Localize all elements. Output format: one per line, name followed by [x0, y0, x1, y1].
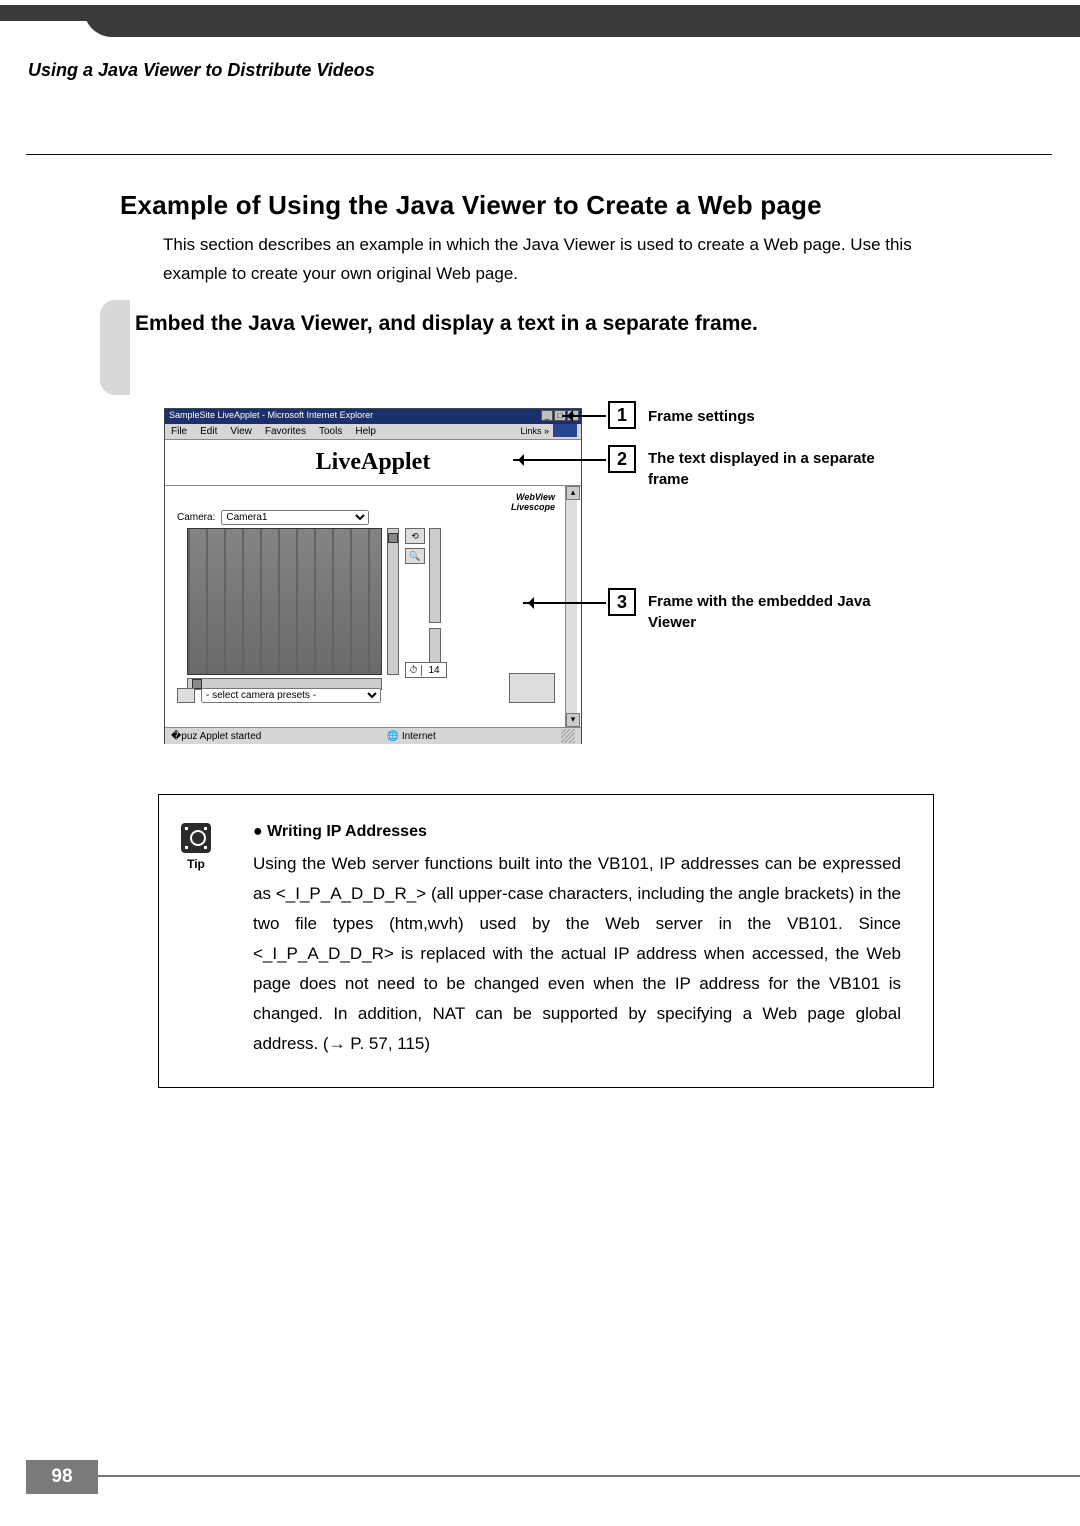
menu-tools[interactable]: Tools — [319, 426, 342, 437]
snapshot-button[interactable] — [509, 673, 555, 703]
status-right: 🌐 Internet — [387, 731, 436, 742]
frame-scrollbar[interactable] — [565, 486, 577, 727]
tip-icon: Tip — [181, 823, 211, 871]
subsection-heading: Embed the Java Viewer, and display a tex… — [135, 312, 758, 336]
counter: ⏱ 14 — [405, 662, 447, 678]
menu-favorites[interactable]: Favorites — [265, 426, 306, 437]
page-number: 98 — [26, 1460, 98, 1494]
links-label: Links » — [520, 426, 549, 436]
callout-arrow-2 — [513, 459, 606, 461]
callout-label-2: The text displayed in a separate frame — [648, 448, 878, 490]
section-tab-marker — [100, 300, 130, 395]
video-preview — [187, 528, 382, 675]
tip-box: Tip Writing IP Addresses Using the Web s… — [158, 794, 934, 1088]
menubar: File Edit View Favorites Tools Help Link… — [165, 424, 581, 440]
resize-grip-icon[interactable] — [561, 729, 575, 743]
footer-rule — [98, 1475, 1080, 1477]
timer-icon: ⏱ — [406, 665, 422, 676]
section-intro: This section describes an example in whi… — [163, 230, 923, 288]
zoom-button[interactable]: 🔍 — [405, 548, 425, 564]
titlebar: SampleSite LiveApplet - Microsoft Intern… — [165, 409, 581, 424]
preset-select[interactable]: - select camera presets - — [201, 688, 381, 703]
menu-edit[interactable]: Edit — [200, 426, 217, 437]
go-button-icon[interactable] — [553, 424, 577, 437]
viewer-frame: WebView Livescope Camera: Camera1 ⟲ 🔍 ⏱ … — [165, 486, 565, 727]
callout-num-1: 1 — [608, 401, 636, 429]
preset-icon — [177, 688, 195, 703]
tip-heading: Writing IP Addresses — [253, 823, 901, 841]
counter-value: 14 — [422, 665, 446, 676]
menu-file[interactable]: File — [171, 426, 187, 437]
tip-badge-icon — [181, 823, 211, 853]
ptz-button[interactable]: ⟲ — [405, 528, 425, 544]
camera-row: Camera: Camera1 — [177, 510, 369, 525]
callout-num-2: 2 — [608, 445, 636, 473]
running-header: Using a Java Viewer to Distribute Videos — [28, 60, 375, 81]
callout-label-3: Frame with the embedded Java Viewer — [648, 591, 878, 633]
camera-label: Camera: — [177, 512, 215, 523]
webview-logo: WebView Livescope — [511, 492, 555, 512]
header-rule — [26, 154, 1052, 155]
window-title: SampleSite LiveApplet - Microsoft Intern… — [169, 410, 373, 420]
minimize-icon[interactable]: _ — [541, 410, 553, 421]
callout-arrow-3 — [523, 602, 606, 604]
callout-arrow-1 — [562, 415, 606, 417]
links-bar: Links » — [520, 424, 577, 437]
tilt-slider[interactable] — [387, 528, 399, 675]
section-heading: Example of Using the Java Viewer to Crea… — [120, 190, 822, 221]
frame-body: WebView Livescope Camera: Camera1 ⟲ 🔍 ⏱ … — [165, 486, 581, 727]
preset-row: - select camera presets - — [177, 688, 381, 703]
tip-icon-label: Tip — [181, 857, 211, 871]
tip-body: Using the Web server functions built int… — [253, 849, 901, 1059]
webview-logo-l2: Livescope — [511, 502, 555, 512]
camera-select[interactable]: Camera1 — [221, 510, 369, 525]
page-top-curve — [84, 5, 1080, 37]
webview-logo-l1: WebView — [511, 492, 555, 502]
status-left: �puz Applet started — [171, 731, 261, 742]
menu-view[interactable]: View — [230, 426, 252, 437]
statusbar: �puz Applet started 🌐 Internet — [165, 727, 581, 744]
callout-label-1: Frame settings — [648, 406, 878, 427]
callout-num-3: 3 — [608, 588, 636, 616]
menu-help[interactable]: Help — [355, 426, 376, 437]
zoom-slider[interactable] — [429, 528, 441, 623]
